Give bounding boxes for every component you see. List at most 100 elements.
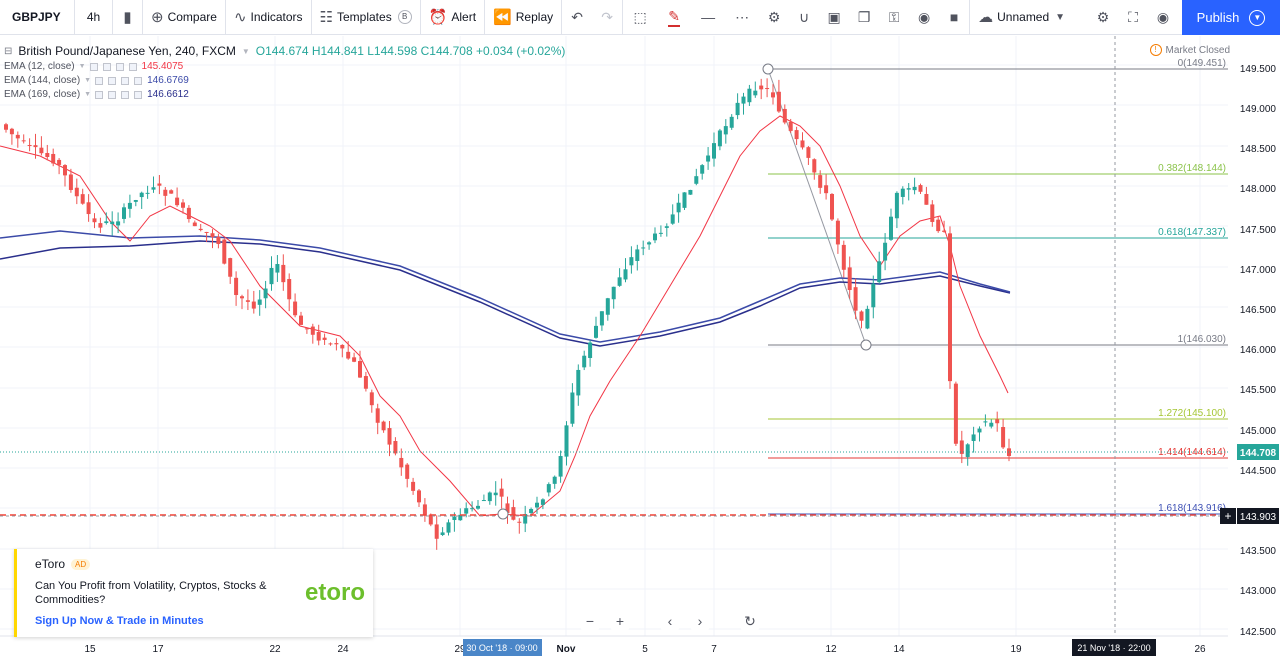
candle-body [269,267,274,285]
more-toggle-icon[interactable] [128,62,137,71]
candle-body [594,325,598,338]
candle-body [57,159,62,165]
time-axis-bg[interactable] [0,636,1228,663]
ema144-value: 146.6769 [147,75,189,86]
interval-selector[interactable]: 4h [75,0,113,35]
candle-body [281,264,286,283]
symbol-search[interactable]: GBPJPY [0,0,75,35]
candle-body [358,361,362,378]
eye-toggle-icon[interactable] [95,76,104,85]
price-axis-label: 148.500 [1240,144,1277,155]
line-dash-button[interactable]: ⋯ [725,0,759,35]
settings-toggle-icon[interactable] [108,76,117,85]
price-axis-label: 145.000 [1240,426,1277,437]
layout-name-button[interactable]: ☁ Unnamed ▼ [970,0,1077,35]
legend-dropdown-icon[interactable]: ▼ [84,77,91,84]
settings-toggle-icon[interactable] [102,62,111,71]
fullscreen-button[interactable]: ⛶ [1118,0,1148,35]
fib-level-label: 1(146.030) [1178,334,1226,345]
visibility-button[interactable]: ◉ [909,0,939,35]
candle-body [334,343,339,345]
candle-body [27,145,32,147]
candle-body [476,505,480,509]
candle-body [723,126,728,135]
ad-badge: AD [71,558,91,570]
close-toggle-icon[interactable] [115,62,124,71]
ad-banner[interactable]: eToro AD Can You Profit from Volatility,… [14,549,373,637]
candle-body [369,392,374,406]
cloud-icon: ☁ [978,9,994,26]
ema169-label: EMA (169, close) [4,89,81,100]
candle-body [670,214,675,224]
close-toggle-icon[interactable] [121,76,130,85]
redo-button[interactable]: ↷ [592,0,622,35]
ema169-value: 146.6612 [147,89,189,100]
collapse-legend-icon[interactable]: ⊟ [4,46,12,57]
candle-body [977,428,982,433]
candle-body [493,492,498,496]
candle-body [676,202,681,213]
time-axis-label: 22 [269,644,281,655]
delete-button[interactable]: ■ [939,0,969,35]
candle-body [912,186,917,191]
line-style-button[interactable]: — [691,0,725,35]
eye-toggle-icon[interactable] [95,90,104,99]
snapshot-button[interactable]: ◉ [1148,0,1178,35]
templates-button[interactable]: ☷ Templates B [312,0,421,35]
title-dropdown-icon[interactable]: ▼ [242,47,250,56]
layers-button[interactable]: ▣ [819,0,849,35]
price-axis-label: 148.000 [1240,184,1277,195]
chart-type-button[interactable]: ▮ [113,0,143,35]
ema12-legend-row[interactable]: EMA (12, close) ▼ 145.4075 [4,61,565,72]
more-toggle-icon[interactable] [134,76,143,85]
candle-body [647,242,652,245]
ad-cta-link[interactable]: Sign Up Now & Trade in Minutes [35,615,355,627]
publish-button[interactable]: Publish ▼ [1182,0,1280,35]
settings-button[interactable]: ⚙ [759,0,789,35]
chart-settings-button[interactable]: ⚙ [1088,0,1118,35]
scroll-left-button[interactable]: ‹ [658,609,682,633]
magnet-button[interactable]: ∪ [789,0,819,35]
indicators-button[interactable]: ∿ Indicators [226,0,312,35]
candle-body [405,464,410,479]
reset-chart-button[interactable]: ↻ [738,609,762,633]
ray-anchor[interactable] [497,508,509,520]
candle-body [558,456,563,477]
lock-button[interactable]: ⚿ [879,0,909,35]
fib-anchor-bottom[interactable] [860,339,872,351]
candle-body [930,204,935,222]
current-price-label: 144.708 [1240,448,1277,459]
compare-button[interactable]: ⊕ Compare [143,0,226,35]
legend-dropdown-icon[interactable]: ▼ [79,63,86,70]
selection-tool-button[interactable]: ⬚ [623,0,657,35]
brush-tool-button[interactable]: ✎ [657,0,691,35]
fib-level-label: 1.618(143.916) [1158,503,1226,514]
scroll-right-button[interactable]: › [688,609,712,633]
replay-button[interactable]: ⏪ Replay [485,0,563,35]
candle-body [363,376,368,389]
legend-dropdown-icon[interactable]: ▼ [84,91,91,98]
candle-body [340,344,345,349]
candle-body [446,522,451,533]
zoom-in-button[interactable]: + [608,609,632,633]
undo-button[interactable]: ↶ [562,0,592,35]
ema144-legend-row[interactable]: EMA (144, close) ▼ 146.6769 [4,75,565,86]
more-toggle-icon[interactable] [134,90,143,99]
eye-toggle-icon[interactable] [89,62,98,71]
candle-body [741,96,746,104]
clone-button[interactable]: ❐ [849,0,879,35]
settings-toggle-icon[interactable] [108,90,117,99]
candle-body [352,357,357,362]
close-toggle-icon[interactable] [121,90,130,99]
fib-level-label: 1.272(145.100) [1158,408,1226,419]
fib-anchor-top[interactable] [762,63,774,75]
ohlc-values: O144.674 H144.841 L144.598 C144.708 +0.0… [255,44,566,58]
etoro-logo: etoro [305,579,365,606]
candle-body [611,286,616,300]
ad-header: eToro AD [35,557,355,571]
alert-button[interactable]: ⏰ Alert [421,0,486,35]
zoom-out-button[interactable]: − [578,609,602,633]
ema169-legend-row[interactable]: EMA (169, close) ▼ 146.6612 [4,89,565,100]
price-axis-label: 146.500 [1240,305,1277,316]
